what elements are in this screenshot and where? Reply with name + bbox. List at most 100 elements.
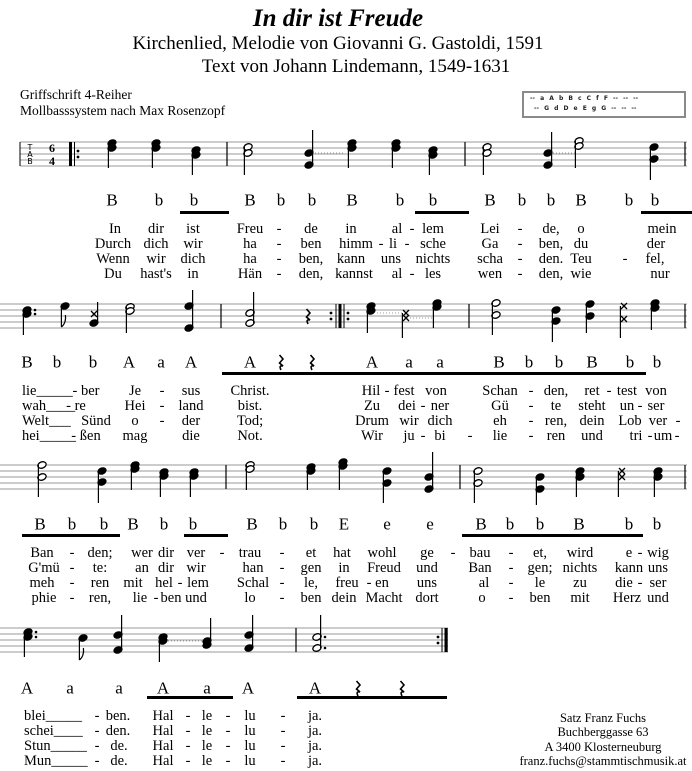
lyric-syllable: wig [647,544,669,561]
lyric-syllable: Ban [30,544,54,561]
lyric-syllable: - [280,737,286,754]
lyric-syllable: - [159,412,165,429]
lyric-syllable: fest [393,382,415,399]
lyric-syllable: - [185,707,191,724]
lyric-syllable: Je [128,382,142,399]
lyric-syllable: mag [122,427,148,444]
lyric-syllable: - [517,265,523,282]
lyric-syllable: lie [492,427,508,444]
lyric-syllable: sus [181,382,201,399]
bass-button-letter: b [276,190,286,210]
lyric-syllable: wir [186,559,206,576]
repeat-dot [346,317,350,321]
lyric-syllable: le [534,574,546,591]
lyric-syllable: dei [398,397,416,414]
lyric-syllable: kannst [335,265,373,282]
lyric-syllable: ver [186,544,206,561]
bass-button-letter: b [624,514,634,534]
lyric-syllable: Christ. [230,382,270,399]
lyric-syllable: le [201,707,213,724]
bass-button-letter: b [154,190,164,210]
lyric-syllable: dir [147,220,165,237]
lyric-syllable: - [185,737,191,754]
lyric-syllable: nichts [562,559,598,576]
lyric-syllable: les [424,265,442,282]
lyric-syllable: ha [243,235,257,252]
lyric-syllable: Lei [480,220,500,237]
bass-button-letter: A [156,678,170,698]
bass-button-letter: A [20,678,34,698]
lyric-syllable: kann [336,250,366,267]
quarter-rest-icon [278,354,285,371]
lyric-syllable: um [653,427,673,444]
lyric-syllable: al [391,265,403,282]
lyric-syllable: wer [131,544,153,561]
quarter-rest-icon [309,354,316,371]
lyric-syllable: - [528,382,534,399]
credit-email[interactable]: franz.fuchs@stammtischmusik.at [519,755,686,768]
lyric-syllable: - [69,544,75,561]
bass-button-letter: a [66,678,74,698]
lyric-syllable: gen [300,559,322,576]
bass-button-letter: A [241,678,255,698]
bass-push-underline [462,534,643,537]
lyric-syllable: o [131,412,139,429]
lyric-syllable: nichts [415,250,451,267]
lyric-syllable: Lob [618,412,642,429]
lyric-syllable: die [182,427,200,444]
bass-button-letter: b [535,514,545,534]
lyric-syllable: - [219,544,225,561]
lyric-syllable: ner [430,397,450,414]
lyric-syllable: de. [110,752,128,769]
lyric-syllable: ha [243,250,257,267]
lyric-syllable: le [201,722,213,739]
lyric-syllable: den; [87,544,113,561]
bass-push-underline [180,211,229,214]
lyric-syllable: dort [415,589,439,606]
augmentation-dot [34,635,38,639]
lyric-syllable: Hal [152,707,174,724]
lyric-syllable: Schan [482,382,518,399]
lyric-syllable: den. [105,722,131,739]
lyric-syllable: Schal [236,574,270,591]
bass-button-letter: B [475,514,487,534]
lyric-syllable: - [622,250,628,267]
bass-button-letter: b [188,514,198,534]
lyric-syllable: Durch [94,235,132,252]
bass-push-underline [222,372,646,375]
lyric-syllable: und [416,559,438,576]
lyric-syllable: - [508,589,514,606]
lyric-syllable: dich [427,412,453,429]
lyric-syllable: Wir [361,427,383,444]
bass-button-letter: B [493,352,505,372]
bass-button-letter: A [365,352,379,372]
lyric-syllable: ren, [88,589,112,606]
lyric-syllable: Tod; [236,412,264,429]
lyric-syllable: lem [187,574,209,591]
lyric-syllable: hast's [140,265,172,282]
augmentation-dot [34,630,38,634]
lyric-syllable: wir [146,250,166,267]
bass-button-letter: b [307,190,317,210]
lyric-syllable: - [94,707,100,724]
augmentation-dot [323,635,327,639]
lyric-syllable: tri [629,427,643,444]
final-thick-bar [444,628,448,652]
lyric-syllable: Du [104,265,122,282]
lyric-syllable: - [366,574,372,591]
lyric-syllable: - [637,574,643,591]
lyric-syllable: Zu [363,397,381,414]
lyric-syllable: ja. [307,707,323,724]
lyric-syllable: - [69,589,75,606]
lyric-syllable: in [345,220,357,237]
lyric-syllable: Teu [570,250,592,267]
lyric-syllable: ser [649,574,667,591]
lyric-syllable: Herz [612,589,642,606]
lyric-syllable: Stun_____ [24,737,87,754]
lyric-syllable: gen; [527,559,553,576]
time-signature-top: 6 [49,141,55,155]
lyric-syllable: lu [244,737,256,754]
bass-button-letter: A [184,352,198,372]
lyric-syllable: wie [570,265,592,282]
bass-button-letter: A [122,352,136,372]
